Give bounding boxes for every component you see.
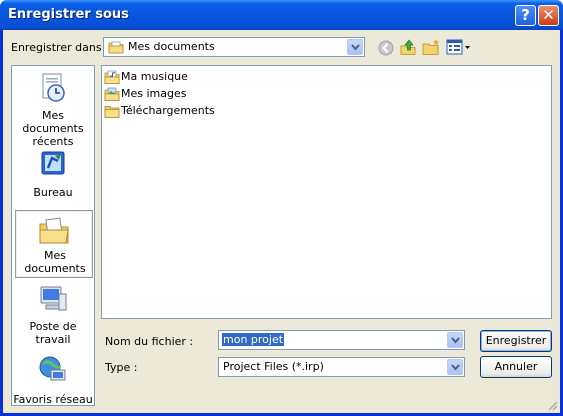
place-recent-documents-label: Mes documents récents xyxy=(22,109,84,148)
music-folder-icon xyxy=(104,70,120,84)
place-my-documents-label: Mes documents xyxy=(24,249,86,275)
back-icon[interactable] xyxy=(377,39,395,57)
folder-icon xyxy=(104,106,120,118)
desktop-icon xyxy=(41,151,65,175)
network-places-icon xyxy=(39,356,66,381)
pictures-folder-icon xyxy=(104,87,120,101)
save-button[interactable]: Enregistrer xyxy=(480,330,552,352)
file-name: Téléchargements xyxy=(121,104,215,117)
type-label: Type : xyxy=(105,361,138,374)
place-my-computer-label: Poste de travail xyxy=(29,320,77,346)
chevron-down-icon[interactable] xyxy=(447,359,463,375)
my-computer-icon xyxy=(40,286,67,311)
help-button[interactable]: ? xyxy=(515,5,536,26)
file-name: Ma musique xyxy=(121,70,188,83)
filename-value: mon projet xyxy=(222,333,285,346)
dialog-body: Enregistrer dans : Mes documents Mes doc… xyxy=(3,30,560,413)
cancel-button[interactable]: Annuler xyxy=(480,356,552,378)
file-list[interactable]: Ma musique Mes images Téléchargements xyxy=(101,65,552,319)
save-in-value: Mes documents xyxy=(128,40,215,53)
my-documents-small-icon xyxy=(108,41,124,54)
window-title: Enregistrer sous xyxy=(8,7,129,22)
place-my-computer[interactable]: Poste de travail xyxy=(12,280,94,348)
place-my-documents[interactable]: Mes documents xyxy=(15,210,93,278)
views-menu-icon[interactable] xyxy=(446,38,472,56)
chevron-down-icon[interactable] xyxy=(347,39,363,55)
filename-field[interactable]: mon projet xyxy=(218,330,465,350)
my-documents-icon xyxy=(39,217,69,244)
filename-label: Nom du fichier : xyxy=(105,335,194,348)
close-button[interactable]: ✕ xyxy=(538,5,559,26)
file-name: Mes images xyxy=(121,87,187,100)
type-dropdown[interactable]: Project Files (*.irp) xyxy=(218,357,465,377)
up-folder-icon[interactable] xyxy=(399,38,417,56)
places-bar: Mes documents récents Bureau Mes documen… xyxy=(11,65,95,406)
resize-grip-icon[interactable] xyxy=(546,399,558,411)
new-folder-icon[interactable] xyxy=(422,38,440,56)
type-value: Project Files (*.irp) xyxy=(223,360,324,373)
save-in-label: Enregistrer dans : xyxy=(11,41,109,54)
save-as-dialog: Enregistrer sous ? ✕ Enregistrer dans : … xyxy=(0,0,563,416)
chevron-down-icon[interactable] xyxy=(447,332,463,348)
title-bar[interactable]: Enregistrer sous ? ✕ xyxy=(0,0,563,30)
recent-documents-icon xyxy=(42,73,65,102)
place-network[interactable]: Favoris réseau xyxy=(12,350,94,406)
save-in-dropdown[interactable]: Mes documents xyxy=(103,37,365,57)
place-desktop-label: Bureau xyxy=(33,186,73,199)
place-network-label: Favoris réseau xyxy=(13,393,93,406)
place-desktop[interactable]: Bureau xyxy=(12,144,94,212)
place-recent-documents[interactable]: Mes documents récents xyxy=(12,68,94,148)
